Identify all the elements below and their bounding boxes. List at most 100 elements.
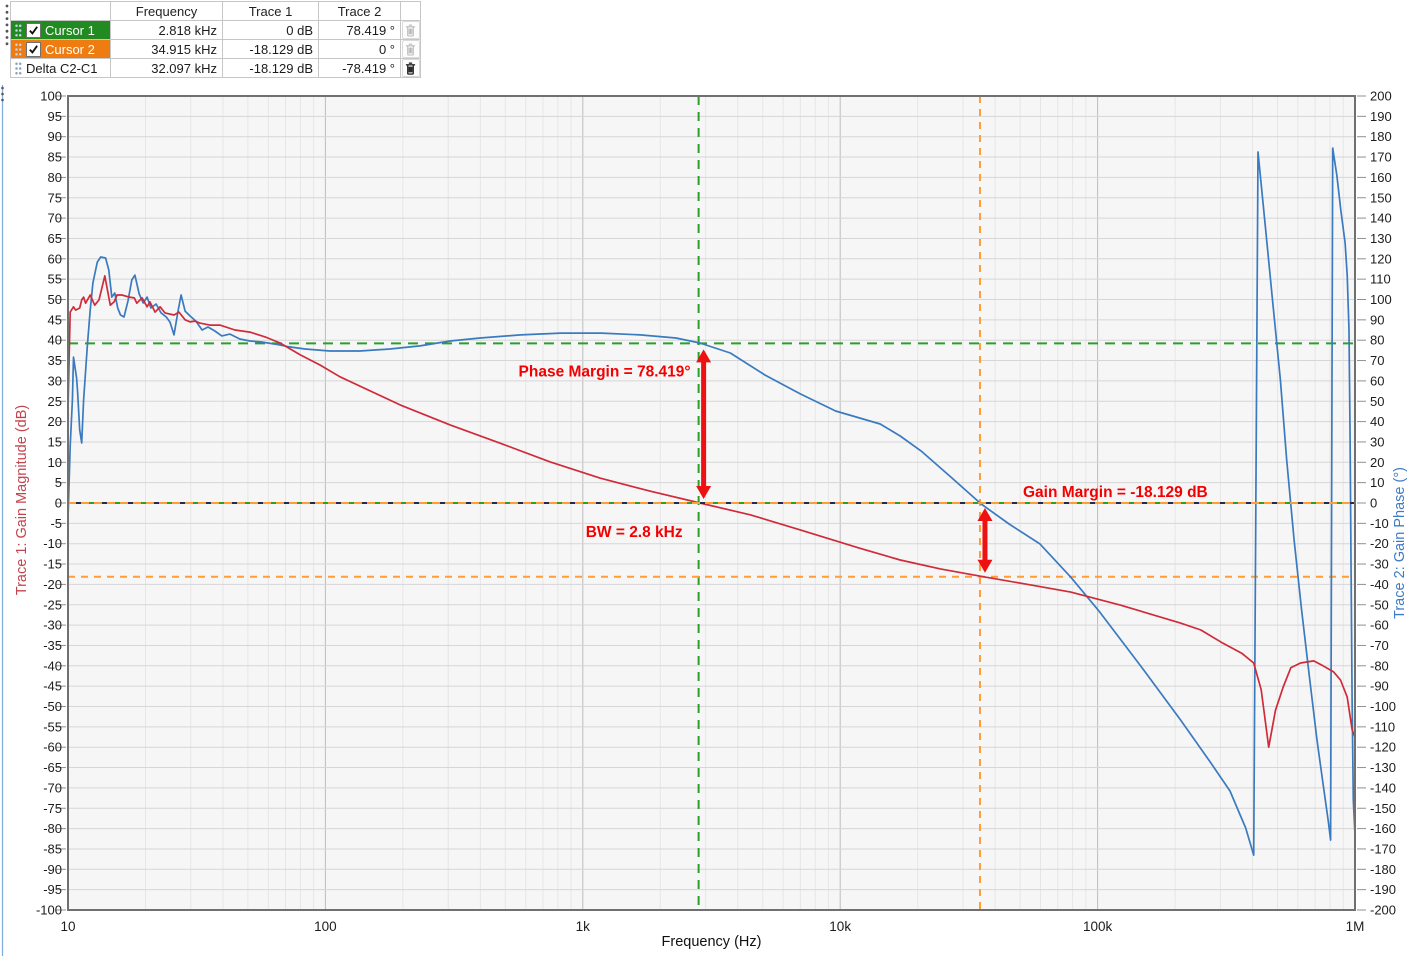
column-header-trace2: Trace 2 [319,2,401,21]
x-tick-label: 100k [1083,919,1113,934]
y-left-tick-label: 65 [48,231,62,246]
cursor2-label-cell[interactable]: Cursor 2 [11,40,111,59]
y-left-tick-label: -5 [50,516,62,531]
delta-trace2-value: -78.419 ° [319,59,401,78]
cursor2-checkbox[interactable] [26,42,41,57]
y-right-tick-label: 140 [1370,211,1392,226]
y-right-tick-label: -160 [1370,821,1396,836]
y-left-tick-label: -30 [43,618,62,633]
cursor2-trace2-value: 0 ° [319,40,401,59]
y-right-tick-label: 200 [1370,89,1392,104]
y-left-tick-label: 0 [55,496,62,511]
y-left-tick-label: -50 [43,699,62,714]
y-right-tick-label: -10 [1370,516,1389,531]
cursor-table: Frequency Trace 1 Trace 2 Cursor 1 2.818… [10,1,421,78]
y-right-tick-label: -200 [1370,903,1396,918]
cursor1-label-cell[interactable]: Cursor 1 [11,21,111,40]
y-right-tick-label: 50 [1370,394,1384,409]
table-row-delta: Delta C2-C1 32.097 kHz -18.129 dB -78.41… [11,59,421,78]
y-left-tick-label: 45 [48,312,62,327]
y-right-tick-label: 10 [1370,475,1384,490]
y-right-tick-label: 30 [1370,434,1384,449]
y-right-tick-label: 110 [1370,272,1391,287]
drag-handle-icon[interactable] [15,43,22,56]
y-left-tick-label: -60 [43,740,62,755]
y-left-axis-title: Trace 1: Gain Magnitude (dB) [14,405,30,595]
column-header-trace1: Trace 1 [223,2,319,21]
y-right-tick-label: -140 [1370,780,1396,795]
y-left-tick-label: -20 [43,577,62,592]
panel-drag-handle-icon[interactable] [1,99,4,102]
x-axis-title: Frequency (Hz) [662,934,762,950]
bode-plot-canvas[interactable]: 1009590858075706560555045403530252015105… [0,85,1419,956]
x-tick-label: 10 [60,919,75,934]
y-left-tick-label: 5 [55,475,62,490]
y-right-tick-label: 170 [1370,150,1392,165]
cursor2-trace1-value: -18.129 dB [223,40,319,59]
y-left-tick-label: 35 [48,353,62,368]
cursor1-checkbox[interactable] [26,23,41,38]
y-left-tick-label: -40 [43,658,62,673]
column-header-frequency: Frequency [111,2,223,21]
y-left-tick-label: -100 [36,903,62,918]
delete-cursor1-button[interactable] [402,21,420,39]
y-right-tick-label: -170 [1370,841,1396,856]
y-right-tick-label: -180 [1370,862,1396,877]
y-right-tick-label: -30 [1370,557,1389,572]
panel-drag-handle-icon[interactable] [1,87,4,90]
y-right-tick-label: 60 [1370,373,1384,388]
bw-label: BW = 2.8 kHz [586,524,683,541]
drag-handle-icon[interactable] [15,24,22,37]
y-left-tick-label: 75 [48,190,62,205]
y-left-tick-label: -90 [43,862,62,877]
delta-delete-cell [401,59,421,78]
gain-margin-label: Gain Margin = -18.129 dB [1023,484,1208,501]
y-left-tick-label: 60 [48,251,62,266]
cursor1-trace1-value: 0 dB [223,21,319,40]
cursor2-label: Cursor 2 [45,40,95,59]
y-right-axis-title: Trace 2: Gain Phase (°) [1392,467,1408,619]
panel-drag-handle-icon[interactable] [1,93,4,96]
y-right-tick-label: 0 [1370,496,1377,511]
y-left-axis: 1009590858075706560555045403530252015105… [36,89,66,918]
drag-handle-icon[interactable] [15,62,22,75]
cursor-table-header-row: Frequency Trace 1 Trace 2 [11,2,421,21]
y-right-tick-label: -130 [1370,760,1396,775]
y-right-tick-label: -90 [1370,679,1389,694]
delete-cursor2-button[interactable] [402,40,420,58]
y-right-tick-label: 120 [1370,251,1392,266]
y-right-tick-label: -80 [1370,658,1389,673]
y-left-tick-label: 40 [48,333,62,348]
y-right-tick-label: -100 [1370,699,1396,714]
cursor2-delete-cell [401,40,421,59]
y-right-tick-label: -120 [1370,740,1396,755]
bode-plot-panel: 1009590858075706560555045403530252015105… [0,85,1419,956]
y-right-tick-label: -60 [1370,618,1389,633]
cursor1-label: Cursor 1 [45,21,95,40]
y-left-tick-label: 100 [40,89,62,104]
delete-column-header-cell [401,2,421,21]
y-right-tick-label: 130 [1370,231,1392,246]
y-left-tick-label: 15 [48,434,62,449]
table-row-cursor2: Cursor 2 34.915 kHz -18.129 dB 0 ° [11,40,421,59]
y-left-tick-label: 25 [48,394,62,409]
y-left-tick-label: -55 [43,719,62,734]
y-left-tick-label: -95 [43,882,62,897]
row-label-header-cell [11,2,111,21]
y-right-tick-label: -110 [1370,719,1395,734]
y-right-tick-label: 80 [1370,333,1384,348]
y-left-tick-label: 90 [48,129,62,144]
y-right-tick-label: 160 [1370,170,1392,185]
delta-trace1-value: -18.129 dB [223,59,319,78]
y-right-tick-label: -20 [1370,536,1389,551]
delta-label: Delta C2-C1 [26,59,98,78]
y-right-tick-label: -70 [1370,638,1389,653]
delete-delta-button[interactable] [402,59,420,77]
delta-label-cell[interactable]: Delta C2-C1 [11,59,111,78]
x-axis: 101001k10k100k1MFrequency (Hz) [60,919,1364,950]
y-right-tick-label: 180 [1370,129,1392,144]
y-left-tick-label: -70 [43,780,62,795]
y-left-tick-label: 80 [48,170,62,185]
y-left-tick-label: 70 [48,211,62,226]
x-tick-label: 10k [829,919,851,934]
